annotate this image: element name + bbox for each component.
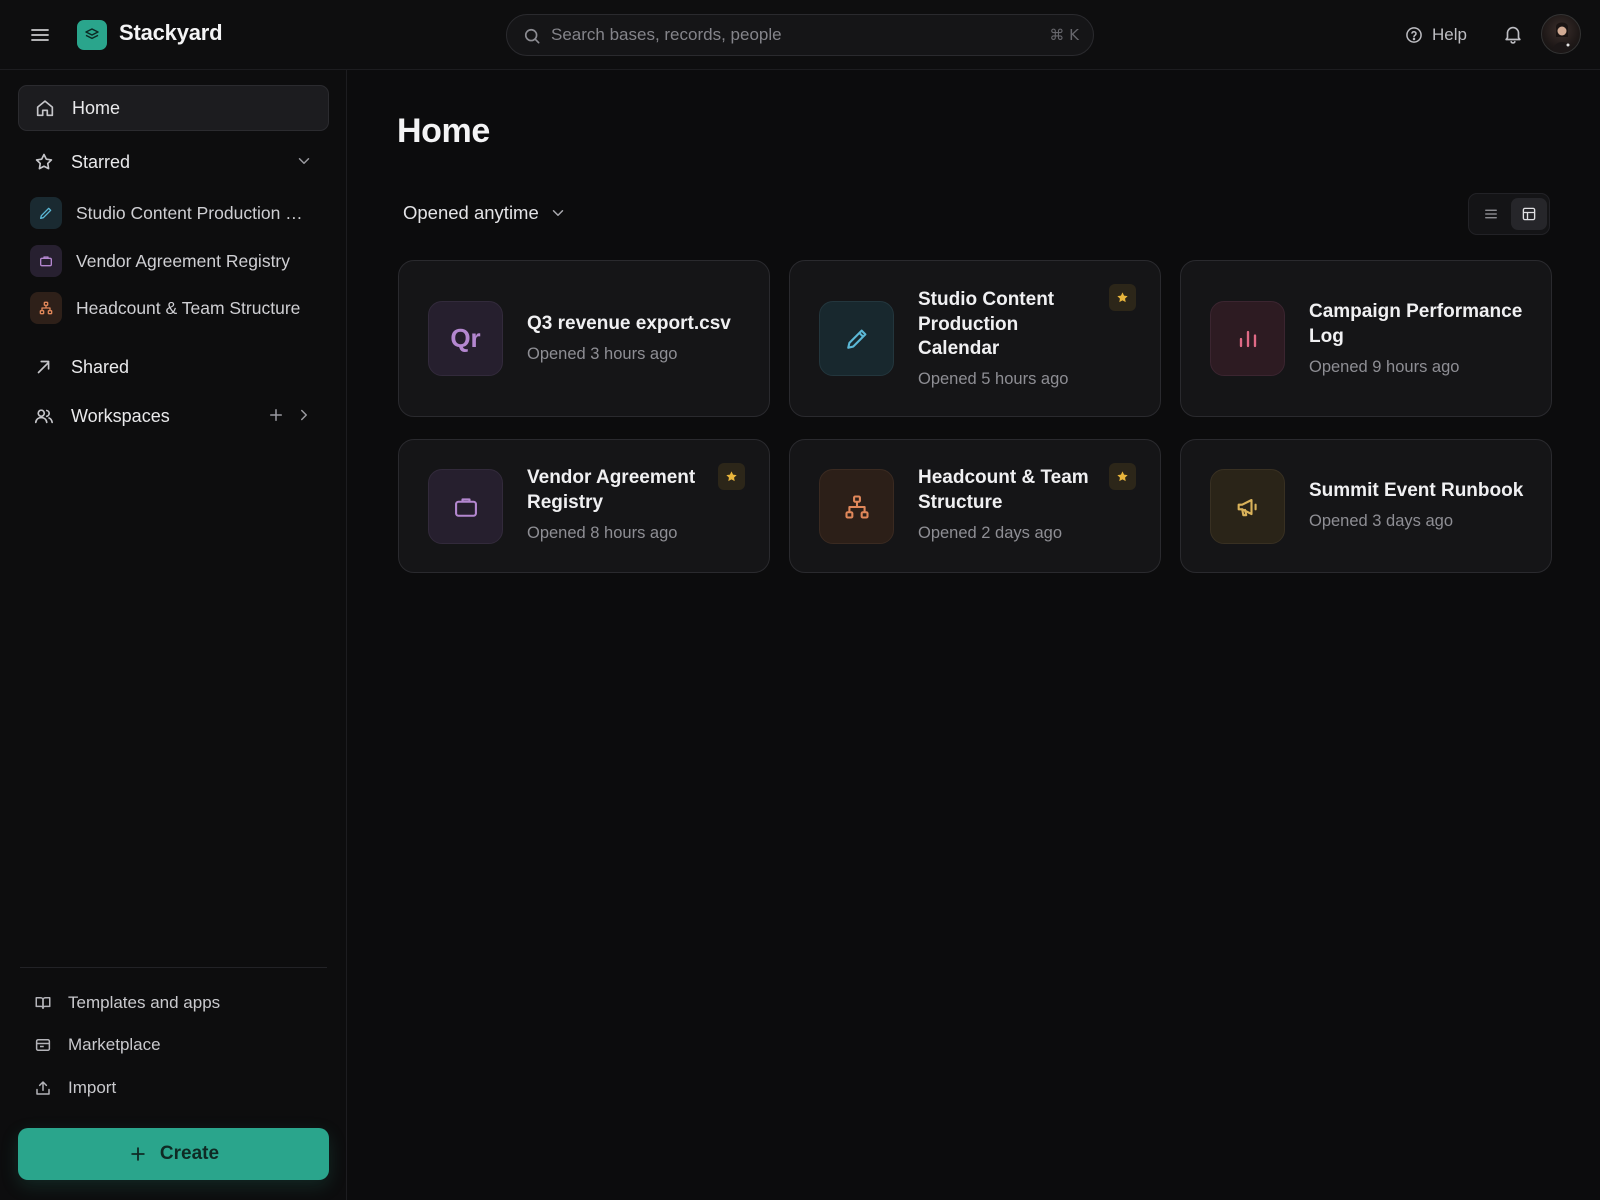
sidebar-item-workspaces[interactable]: Workspaces [18,393,329,439]
star-outline-icon [33,151,55,173]
starred-badge-icon[interactable] [1109,284,1136,311]
pencil-icon [30,197,62,229]
briefcase-icon [30,245,62,277]
base-card[interactable]: Headcount & Team Structure Opened 2 days… [789,439,1161,573]
sidebar-item-label: Home [72,97,121,118]
create-button-label: Create [159,1143,220,1164]
book-open-icon [34,994,52,1012]
sidebar-item-label: Import [68,1078,117,1097]
home-icon [34,97,56,119]
chevron-right-icon[interactable] [295,406,313,424]
starred-item-label: Studio Content Production Calendar [76,202,314,223]
tile-initials: Qr [450,323,481,353]
top-bar: Stackyard ⌘ K Help [0,0,1600,70]
card-subtitle: Opened 5 hours ago [918,370,1069,388]
search-icon [522,26,542,46]
app-name: Stackyard [119,20,223,45]
starred-item[interactable]: Headcount & Team Structure [30,290,330,326]
view-toggle [1468,193,1550,235]
starred-item-label: Headcount & Team Structure [76,297,301,318]
starred-item[interactable]: Studio Content Production Calendar [30,195,330,231]
users-icon [33,405,55,427]
chevron-down-icon [549,204,567,222]
plus-icon [128,1144,148,1164]
starred-item-label: Vendor Agreement Registry [76,250,291,271]
pencil-icon [819,301,894,376]
grid-icon [1522,207,1536,221]
org-chart-icon [30,292,62,324]
sidebar-item-shared[interactable]: Shared [18,344,329,390]
megaphone-icon [1210,469,1285,544]
file-text-tile: Qr [428,301,503,376]
arrow-up-right-icon [33,356,55,378]
add-workspace-plus-icon[interactable] [267,406,285,424]
help-icon [1404,25,1424,45]
sidebar-item-label: Workspaces [71,405,170,426]
create-button[interactable]: Create [18,1128,329,1180]
sidebar-item-home[interactable]: Home [18,85,329,131]
help-button[interactable]: Help [1404,22,1467,48]
base-card[interactable]: Vendor Agreement Registry Opened 8 hours… [398,439,770,573]
card-title: Campaign Performance Log [1309,301,1523,347]
sidebar: Home Starred Studio Content Production C… [0,70,347,1200]
card-title: Q3 revenue export.csv [527,313,731,334]
card-title: Studio Content Production Calendar [918,289,1055,359]
menu-icon[interactable] [28,23,52,47]
user-avatar[interactable] [1541,14,1581,54]
card-subtitle: Opened 2 days ago [918,524,1063,542]
storefront-icon [34,1036,52,1054]
base-card[interactable]: Summit Event Runbook Opened 3 days ago [1180,439,1552,573]
page-title: Home [397,112,490,150]
list-icon [1485,209,1497,219]
logo-icon [77,20,107,50]
base-card[interactable]: Campaign Performance Log Opened 9 hours … [1180,260,1552,417]
sidebar-item-starred[interactable]: Starred [18,139,329,185]
sidebar-item-label: Starred [71,151,131,172]
sidebar-item-marketplace[interactable]: Marketplace [34,1032,161,1058]
upload-icon [34,1079,52,1097]
card-subtitle: Opened 3 days ago [1309,512,1454,530]
grid-view-button[interactable] [1511,198,1547,230]
sidebar-divider [20,967,327,968]
sidebar-item-label: Shared [71,356,130,377]
sidebar-item-import[interactable]: Import [34,1075,116,1101]
starred-item[interactable]: Vendor Agreement Registry [30,243,330,279]
sidebar-item-label: Marketplace [68,1035,161,1054]
help-label: Help [1432,25,1467,44]
sidebar-item-label: Templates and apps [68,993,221,1012]
org-chart-icon [819,469,894,544]
search-bar[interactable]: ⌘ K [506,14,1094,56]
card-subtitle: Opened 8 hours ago [527,524,678,542]
list-view-button[interactable] [1473,198,1509,230]
card-title: Headcount & Team Structure [918,467,1089,513]
base-card[interactable]: Studio Content Production Calendar Opene… [789,260,1161,417]
starred-badge-icon[interactable] [718,463,745,490]
search-input[interactable] [551,15,1021,55]
card-subtitle: Opened 3 hours ago [527,345,678,363]
bar-chart-icon [1210,301,1285,376]
starred-badge-icon[interactable] [1109,463,1136,490]
filter-label: Opened anytime [403,202,539,223]
card-subtitle: Opened 9 hours ago [1309,358,1460,376]
opened-filter-dropdown[interactable]: Opened anytime [403,198,567,228]
search-shortcut: ⌘ K [1049,26,1079,44]
notifications-bell-icon[interactable] [1502,23,1524,45]
card-title: Summit Event Runbook [1309,480,1524,501]
briefcase-icon [428,469,503,544]
base-card[interactable]: Qr Q3 revenue export.csv Opened 3 hours … [398,260,770,417]
chevron-down-icon[interactable] [295,152,313,170]
card-title: Vendor Agreement Registry [527,467,696,513]
sidebar-item-templates[interactable]: Templates and apps [34,990,220,1016]
